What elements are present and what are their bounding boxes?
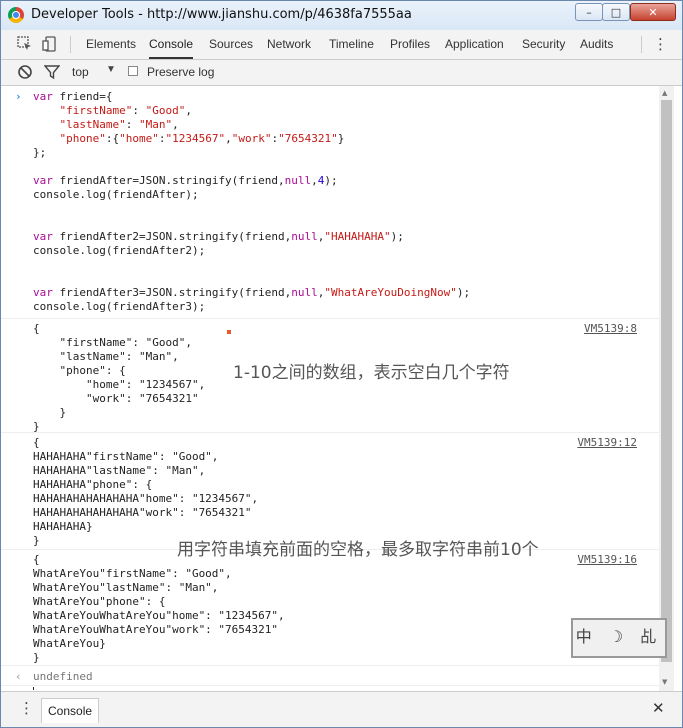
input-prompt-icon: ›: [15, 90, 22, 103]
output-line: "work": "7654321": [33, 392, 199, 405]
source-link[interactable]: VM5139:16: [577, 553, 637, 566]
output-line: HAHAHAHA"phone": {: [33, 478, 153, 491]
code-line: console.log(friendAfter);: [33, 188, 199, 201]
output-line: WhatAreYou}: [33, 637, 106, 650]
output-line: }: [33, 534, 40, 547]
tab-security[interactable]: Security: [522, 30, 565, 59]
chevron-down-icon[interactable]: ▼: [106, 64, 116, 75]
code-line: var friendAfter=JSON.stringify(friend,nu…: [33, 174, 338, 187]
tab-timeline[interactable]: Timeline: [329, 30, 374, 59]
output-line: }: [33, 651, 40, 664]
console-output: › var friend={ "firstName": "Good", "las…: [1, 86, 659, 690]
output-line: "phone": {: [33, 364, 126, 377]
output-line: WhatAreYou"phone": {: [33, 595, 166, 608]
output-line: HAHAHAHAHAHAHAHA"home": "1234567",: [33, 492, 259, 505]
output-line: "home": "1234567",: [33, 378, 206, 391]
preserve-log-label: Preserve log: [147, 65, 215, 79]
window-title: Developer Tools - http://www.jianshu.com…: [31, 7, 412, 22]
inspect-element-icon[interactable]: [17, 36, 33, 52]
code-line: };: [33, 146, 47, 159]
tab-profiles[interactable]: Profiles: [390, 30, 430, 59]
devtools-toolbar: Elements Console Sources Network Timelin…: [1, 30, 682, 60]
code-line: var friendAfter2=JSON.stringify(friend,n…: [33, 230, 404, 243]
tab-elements[interactable]: Elements: [86, 30, 136, 59]
preserve-log-checkbox[interactable]: [128, 66, 138, 76]
context-select[interactable]: top: [72, 65, 89, 79]
output-line: WhatAreYou"lastName": "Man",: [33, 581, 219, 594]
code-line: "lastName": "Man",: [59, 118, 179, 131]
tab-network[interactable]: Network: [267, 30, 311, 59]
clear-console-icon[interactable]: [17, 64, 33, 80]
tab-sources[interactable]: Sources: [209, 30, 253, 59]
source-link[interactable]: VM5139:8: [584, 322, 637, 335]
output-line: WhatAreYou"firstName": "Good",: [33, 567, 232, 580]
code-line: var friend={: [33, 90, 113, 103]
output-line: "lastName": "Man",: [33, 350, 179, 363]
output-line: {: [33, 553, 40, 566]
code-line: console.log(friendAfter2);: [33, 244, 206, 257]
source-link[interactable]: VM5139:12: [577, 436, 637, 449]
title-bar: Developer Tools - http://www.jianshu.com…: [1, 1, 682, 30]
tab-audits[interactable]: Audits: [580, 30, 613, 59]
code-line: var friendAfter3=JSON.stringify(friend,n…: [33, 286, 471, 299]
drawer-bar: ⋮ Console ✕: [1, 691, 682, 727]
output-line: HAHAHAHA}: [33, 520, 93, 533]
output-line: }: [33, 406, 67, 419]
tab-console[interactable]: Console: [149, 30, 194, 59]
drawer-menu-icon[interactable]: ⋮: [19, 699, 34, 717]
result-arrow-icon: ‹: [15, 670, 22, 683]
scrollbar-thumb[interactable]: [661, 100, 672, 662]
output-line: "firstName": "Good",: [33, 336, 192, 349]
annotation-indent-number: 1-10之间的数组，表示空白几个字符: [233, 363, 510, 383]
code-line: console.log(friendAfter3);: [33, 300, 206, 313]
console-scrollbar[interactable]: ▲ ▼: [659, 86, 674, 691]
minimize-button[interactable]: –: [575, 3, 603, 21]
close-drawer-icon[interactable]: ✕: [652, 699, 665, 717]
drawer-tab-console[interactable]: Console: [41, 698, 100, 723]
result-value: undefined: [33, 670, 93, 683]
close-button[interactable]: ✕: [630, 3, 676, 21]
output-line: {: [33, 436, 40, 449]
watermark-stamp: 中 ☽ 乩: [571, 618, 667, 658]
output-line: WhatAreYouWhatAreYou"home": "1234567",: [33, 609, 285, 622]
input-prompt-icon: ›: [15, 686, 22, 690]
device-mode-icon[interactable]: [42, 36, 58, 52]
more-options-icon[interactable]: ⋮: [653, 34, 668, 54]
output-line: HAHAHAHA"lastName": "Man",: [33, 464, 206, 477]
code-line: "firstName": "Good",: [59, 104, 192, 117]
output-line: HAHAHAHA"firstName": "Good",: [33, 450, 219, 463]
tab-application[interactable]: Application: [445, 30, 504, 59]
filter-icon[interactable]: [43, 64, 61, 80]
output-line: WhatAreYouWhatAreYou"work": "7654321": [33, 623, 279, 636]
chrome-icon: [8, 7, 24, 23]
code-line: "phone":{"home":"1234567","work":"765432…: [59, 132, 345, 145]
console-filter-bar: top ▼ Preserve log: [1, 60, 682, 86]
maximize-button[interactable]: □: [602, 3, 630, 21]
output-line: {: [33, 322, 40, 335]
output-line: HAHAHAHAHAHAHAHA"work": "7654321": [33, 506, 252, 519]
annotation-indent-string: 用字符串填充前面的空格，最多取字符串前10个: [177, 540, 539, 560]
console-input-caret[interactable]: [33, 687, 34, 690]
devtools-window: Developer Tools - http://www.jianshu.com…: [0, 0, 683, 728]
red-marker: [227, 330, 231, 334]
